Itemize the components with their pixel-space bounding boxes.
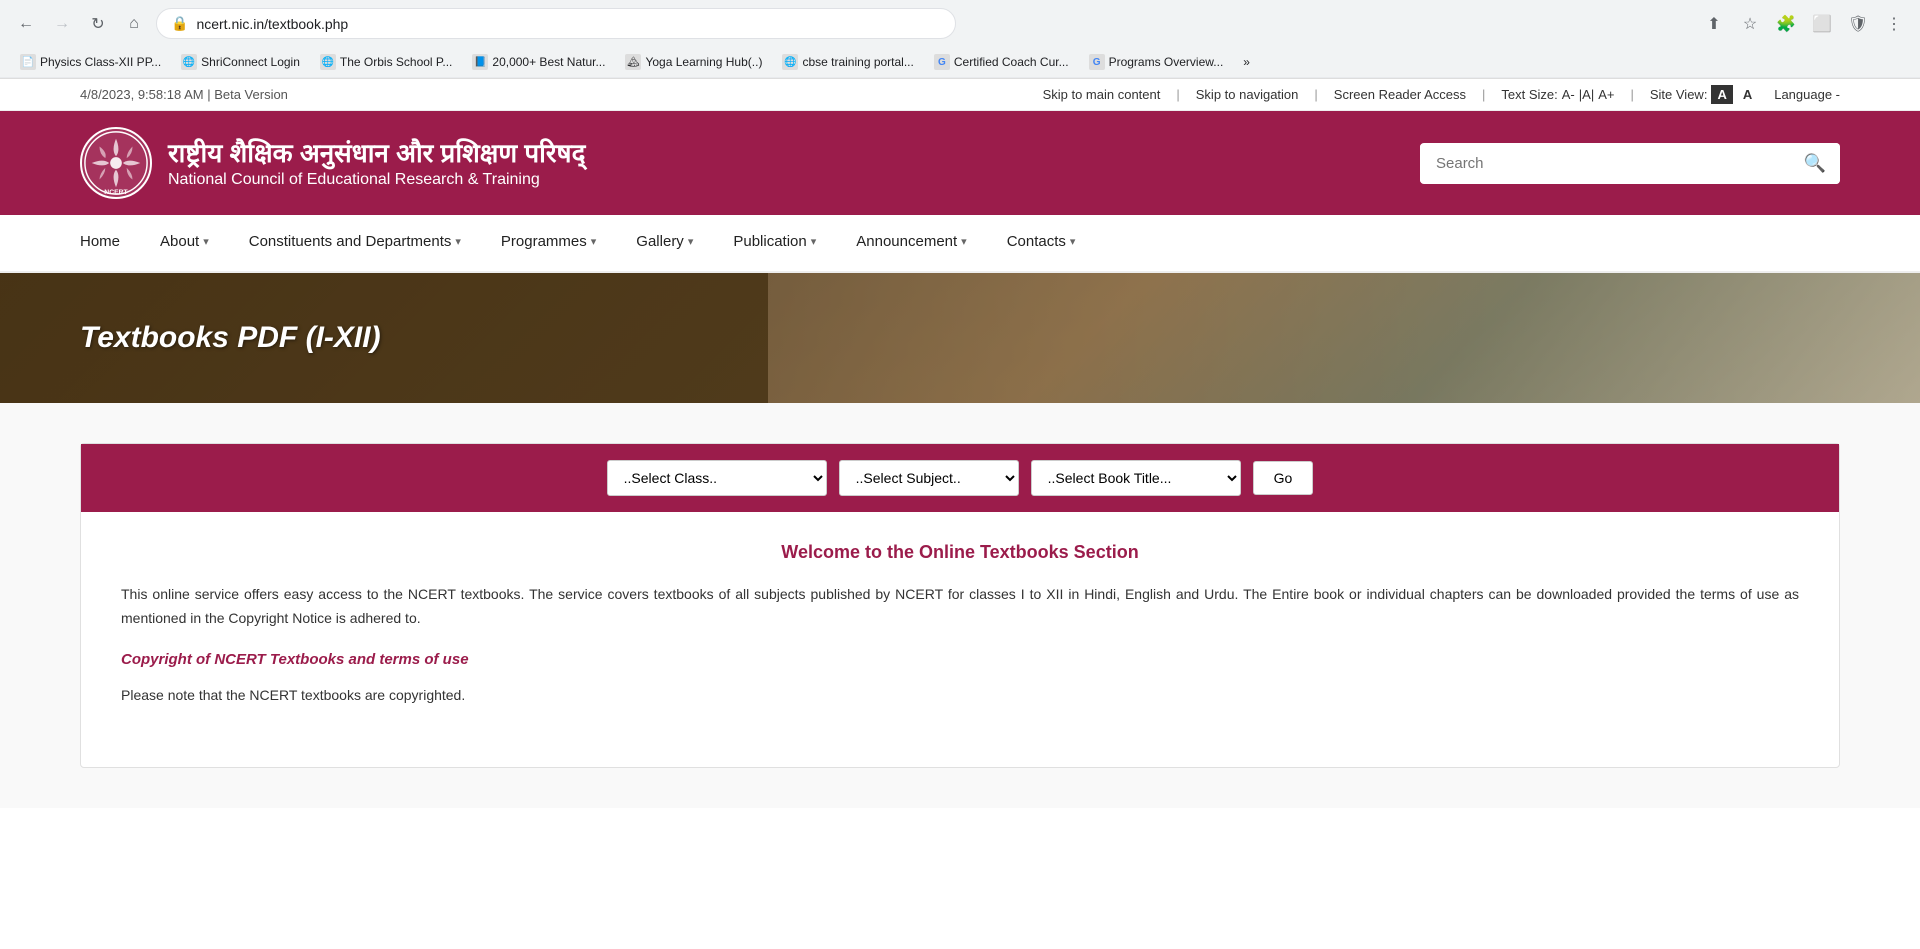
text-size-normal[interactable]: |A| [1579, 87, 1594, 102]
lock-icon: 🔒 [171, 15, 188, 32]
utility-links: Skip to main content | Skip to navigatio… [1043, 85, 1840, 104]
back-button[interactable]: ← [12, 10, 40, 38]
nav-gallery-arrow: ▾ [688, 235, 694, 248]
welcome-intro: This online service offers easy access t… [121, 583, 1799, 631]
subject-select[interactable]: ..Select Subject.. [839, 460, 1019, 496]
url-input[interactable] [196, 16, 941, 32]
bookmark-favicon-6: 🌐 [782, 54, 798, 70]
class-select[interactable]: ..Select Class.. Class I Class II Class … [607, 460, 827, 496]
bookmark-programs[interactable]: G Programs Overview... [1081, 51, 1232, 73]
nav-constituents-arrow: ▾ [455, 235, 461, 248]
ncert-logo-svg: NCERT [82, 128, 150, 198]
header: NCERT राष्ट्रीय शैक्षिक अनुसंधान और प्रश… [0, 111, 1920, 215]
extensions-button[interactable]: 🧩 [1772, 10, 1800, 38]
hero-title: Textbooks PDF (I-XII) [80, 321, 381, 355]
menu-button[interactable]: ⋮ [1880, 10, 1908, 38]
bookmark-cbse[interactable]: 🌐 cbse training portal... [774, 51, 921, 73]
filter-bar: ..Select Class.. Class I Class II Class … [81, 444, 1839, 512]
nav-about-arrow: ▾ [203, 235, 209, 248]
bookmark-physics[interactable]: 📄 Physics Class-XII PP... [12, 51, 169, 73]
nav-programmes[interactable]: Programmes ▾ [481, 215, 616, 271]
site-view-dark[interactable]: A [1711, 85, 1732, 104]
text-size-increase[interactable]: A+ [1598, 87, 1614, 102]
shield-button[interactable]: 🛡 [1844, 10, 1872, 38]
content-card: ..Select Class.. Class I Class II Class … [80, 443, 1840, 768]
bookmark-favicon-7: G [934, 54, 950, 70]
bookmark-nature[interactable]: 📘 20,000+ Best Natur... [464, 51, 613, 73]
nav-about[interactable]: About ▾ [140, 215, 229, 271]
bookmark-more[interactable]: » [1235, 52, 1258, 72]
tab-search-button[interactable]: ⬜ [1808, 10, 1836, 38]
bookmark-coach[interactable]: G Certified Coach Cur... [926, 51, 1077, 73]
header-search: 🔍 [1420, 143, 1840, 184]
nav-announcement-arrow: ▾ [961, 235, 967, 248]
search-input[interactable] [1420, 145, 1790, 182]
browser-toolbar: ← → ↻ ⌂ 🔒 ⬆ ☆ 🧩 ⬜ 🛡 ⋮ [0, 0, 1920, 47]
text-size-controls: Text Size: A- |A| A+ [1501, 87, 1614, 102]
reload-button[interactable]: ↻ [84, 10, 112, 38]
home-button[interactable]: ⌂ [120, 10, 148, 38]
bookmark-favicon: 📄 [20, 54, 36, 70]
header-logo: NCERT राष्ट्रीय शैक्षिक अनुसंधान और प्रश… [80, 127, 585, 199]
site-view: Site View: A A [1650, 85, 1758, 104]
text-size-decrease[interactable]: A- [1562, 87, 1575, 102]
nav-contacts-arrow: ▾ [1070, 235, 1076, 248]
copyright-text: Please note that the NCERT textbooks are… [121, 684, 1799, 708]
search-button[interactable]: 🔍 [1790, 143, 1840, 184]
bookmark-shriconnect[interactable]: 🌐 ShriConnect Login [173, 51, 308, 73]
browser-chrome: ← → ↻ ⌂ 🔒 ⬆ ☆ 🧩 ⬜ 🛡 ⋮ 📄 Physics Class-XI… [0, 0, 1920, 79]
bookmark-favicon-5: 🏔 [625, 54, 641, 70]
bookmark-favicon-3: 🌐 [320, 54, 336, 70]
skip-main-link[interactable]: Skip to main content [1043, 87, 1161, 102]
welcome-section: Welcome to the Online Textbooks Section … [81, 512, 1839, 727]
copyright-title: Copyright of NCERT Textbooks and terms o… [121, 651, 1799, 668]
forward-button[interactable]: → [48, 10, 76, 38]
nav-publication-arrow: ▾ [811, 235, 817, 248]
bookmark-orbis[interactable]: 🌐 The Orbis School P... [312, 51, 461, 73]
go-button[interactable]: Go [1253, 461, 1314, 495]
logo-circle: NCERT [80, 127, 152, 199]
nav-programmes-arrow: ▾ [591, 235, 597, 248]
nav-gallery[interactable]: Gallery ▾ [616, 215, 713, 271]
bookmark-favicon-8: G [1089, 54, 1105, 70]
main-content: ..Select Class.. Class I Class II Class … [0, 403, 1920, 808]
screen-reader-link[interactable]: Screen Reader Access [1334, 87, 1466, 102]
svg-text:NCERT: NCERT [104, 189, 128, 196]
browser-actions: ⬆ ☆ 🧩 ⬜ 🛡 ⋮ [1700, 10, 1908, 38]
welcome-title: Welcome to the Online Textbooks Section [121, 542, 1799, 563]
logo-text: राष्ट्रीय शैक्षिक अनुसंधान और प्रशिक्षण … [168, 137, 585, 189]
skip-nav-link[interactable]: Skip to navigation [1196, 87, 1299, 102]
bookmark-button[interactable]: ☆ [1736, 10, 1764, 38]
search-input-wrap: 🔍 [1420, 143, 1840, 184]
hero-banner: Textbooks PDF (I-XII) [0, 273, 1920, 403]
utility-bar: 4/8/2023, 9:58:18 AM | Beta Version Skip… [0, 79, 1920, 111]
bookmark-yoga[interactable]: 🏔 Yoga Learning Hub(..) [617, 51, 770, 73]
logo-hindi: राष्ट्रीय शैक्षिक अनुसंधान और प्रशिक्षण … [168, 137, 585, 171]
share-button[interactable]: ⬆ [1700, 10, 1728, 38]
bookmarks-bar: 📄 Physics Class-XII PP... 🌐 ShriConnect … [0, 47, 1920, 78]
nav-publication[interactable]: Publication ▾ [713, 215, 836, 271]
nav-home[interactable]: Home [60, 215, 140, 271]
logo-english: National Council of Educational Research… [168, 171, 585, 189]
nav-constituents[interactable]: Constituents and Departments ▾ [229, 215, 481, 271]
bookmark-favicon-2: 🌐 [181, 54, 197, 70]
bookmark-favicon-4: 📘 [472, 54, 488, 70]
nav-contacts[interactable]: Contacts ▾ [987, 215, 1096, 271]
nav-announcement[interactable]: Announcement ▾ [836, 215, 986, 271]
site-view-light[interactable]: A [1737, 85, 1758, 104]
utility-datetime: 4/8/2023, 9:58:18 AM | Beta Version [80, 87, 288, 102]
nav-bar: Home About ▾ Constituents and Department… [0, 215, 1920, 273]
language-dropdown[interactable]: Language - [1774, 87, 1840, 102]
book-title-select[interactable]: ..Select Book Title... [1031, 460, 1241, 496]
address-bar[interactable]: 🔒 [156, 8, 956, 39]
